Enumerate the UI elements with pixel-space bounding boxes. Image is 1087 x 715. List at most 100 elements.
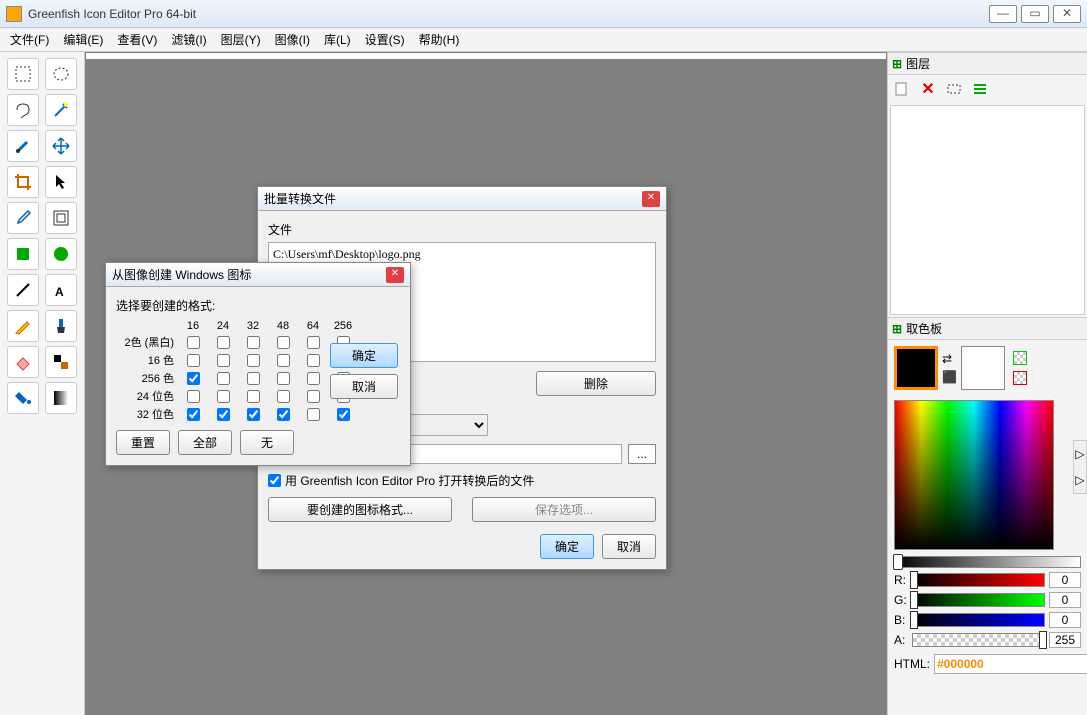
row-label: 32 位色 (116, 406, 176, 422)
default-colors-icon[interactable]: ⬛ (942, 370, 957, 384)
menu-help[interactable]: 帮助(H) (413, 29, 466, 50)
tool-text[interactable]: A (45, 274, 77, 306)
tool-frame[interactable] (45, 202, 77, 234)
foreground-color-swatch[interactable] (894, 346, 938, 390)
tool-replace-color[interactable] (45, 346, 77, 378)
iconfmt-cancel-button[interactable]: 取消 (330, 374, 398, 399)
color-field[interactable] (894, 400, 1054, 550)
tool-eraser[interactable] (7, 346, 39, 378)
format-checkbox[interactable] (307, 354, 320, 367)
all-button[interactable]: 全部 (178, 430, 232, 455)
close-button[interactable]: ✕ (1053, 5, 1081, 23)
format-checkbox[interactable] (247, 390, 260, 403)
value-slider[interactable] (894, 556, 1081, 568)
tool-line[interactable] (7, 274, 39, 306)
menu-edit[interactable]: 编辑(E) (57, 29, 109, 50)
menu-library[interactable]: 库(L) (318, 29, 357, 50)
menu-image[interactable]: 图像(I) (269, 29, 316, 50)
batch-close-button[interactable]: ✕ (642, 191, 660, 207)
tool-lasso[interactable] (7, 94, 39, 126)
minimize-button[interactable]: — (989, 5, 1017, 23)
app-icon (6, 6, 22, 22)
tool-brush[interactable] (7, 130, 39, 162)
format-checkbox[interactable] (307, 408, 320, 421)
format-checkbox[interactable] (277, 354, 290, 367)
tool-rect-fill[interactable] (7, 238, 39, 270)
menu-filter[interactable]: 滤镜(I) (165, 29, 212, 50)
panel-collapse-arrows[interactable]: ▷▷ (1073, 440, 1087, 494)
format-checkbox[interactable] (277, 336, 290, 349)
menu-layer[interactable]: 图层(Y) (215, 29, 267, 50)
maximize-button[interactable]: ▭ (1021, 5, 1049, 23)
open-after-checkbox[interactable] (268, 474, 281, 487)
format-checkbox[interactable] (337, 408, 350, 421)
format-checkbox[interactable] (277, 372, 290, 385)
browse-button[interactable]: ... (628, 444, 656, 464)
b-slider[interactable] (912, 613, 1045, 627)
format-checkbox[interactable] (217, 336, 230, 349)
merge-layers-button[interactable] (970, 79, 990, 99)
transparent-swatch-2[interactable] (1013, 371, 1027, 385)
r-slider[interactable] (912, 573, 1045, 587)
tool-bucket[interactable] (7, 382, 39, 414)
format-checkbox[interactable] (277, 390, 290, 403)
menu-settings[interactable]: 设置(S) (359, 29, 411, 50)
a-value[interactable]: 255 (1049, 632, 1081, 648)
iconfmt-ok-button[interactable]: 确定 (330, 343, 398, 368)
a-slider[interactable] (912, 633, 1045, 647)
format-checkbox[interactable] (307, 390, 320, 403)
b-value[interactable]: 0 (1049, 612, 1081, 628)
g-label: G: (894, 593, 908, 607)
g-value[interactable]: 0 (1049, 592, 1081, 608)
tool-rect-select[interactable] (7, 58, 39, 90)
tool-wand[interactable] (45, 94, 77, 126)
menu-file[interactable]: 文件(F) (4, 29, 55, 50)
none-button[interactable]: 无 (240, 430, 294, 455)
format-checkbox[interactable] (187, 408, 200, 421)
transparent-swatch-1[interactable] (1013, 351, 1027, 365)
colorpicker-panel-header[interactable]: ⊞取色板 (888, 317, 1087, 340)
iconfmt-close-button[interactable]: ✕ (386, 267, 404, 283)
format-checkbox[interactable] (187, 390, 200, 403)
format-checkbox[interactable] (247, 408, 260, 421)
layer-props-button[interactable] (944, 79, 964, 99)
tool-gradient[interactable] (45, 382, 77, 414)
layers-panel-header[interactable]: ⊞图层 (888, 52, 1087, 75)
format-checkbox[interactable] (187, 336, 200, 349)
batch-ok-button[interactable]: 确定 (540, 534, 594, 559)
swap-colors-icon[interactable]: ⇄ (942, 352, 957, 366)
format-checkbox[interactable] (217, 390, 230, 403)
tool-ellipse-select[interactable] (45, 58, 77, 90)
html-color-input[interactable] (934, 654, 1087, 674)
tool-crop[interactable] (7, 166, 39, 198)
format-checkbox[interactable] (247, 336, 260, 349)
format-checkbox[interactable] (307, 336, 320, 349)
delete-layer-button[interactable]: ✕ (918, 79, 938, 99)
format-checkbox[interactable] (307, 372, 320, 385)
tool-eyedropper[interactable] (7, 202, 39, 234)
background-color-swatch[interactable] (961, 346, 1005, 390)
layers-list[interactable] (890, 105, 1085, 315)
tool-move[interactable] (45, 130, 77, 162)
tool-ellipse-fill[interactable] (45, 238, 77, 270)
new-layer-button[interactable] (892, 79, 912, 99)
format-checkbox[interactable] (247, 372, 260, 385)
menu-view[interactable]: 查看(V) (111, 29, 163, 50)
format-checkbox[interactable] (217, 372, 230, 385)
batch-cancel-button[interactable]: 取消 (602, 534, 656, 559)
save-options-button[interactable]: 保存选项... (472, 497, 656, 522)
g-slider[interactable] (912, 593, 1045, 607)
tool-pencil[interactable] (7, 310, 39, 342)
format-checkbox[interactable] (187, 354, 200, 367)
format-checkbox[interactable] (217, 354, 230, 367)
tool-paintbrush[interactable] (45, 310, 77, 342)
format-checkbox[interactable] (217, 408, 230, 421)
r-value[interactable]: 0 (1049, 572, 1081, 588)
icon-formats-button[interactable]: 要创建的图标格式... (268, 497, 452, 522)
delete-file-button[interactable]: 删除 (536, 371, 656, 396)
format-checkbox[interactable] (187, 372, 200, 385)
reset-button[interactable]: 重置 (116, 430, 170, 455)
format-checkbox[interactable] (247, 354, 260, 367)
tool-pointer[interactable] (45, 166, 77, 198)
format-checkbox[interactable] (277, 408, 290, 421)
